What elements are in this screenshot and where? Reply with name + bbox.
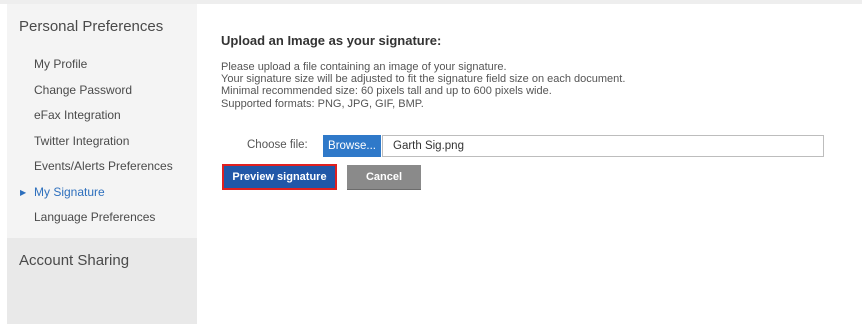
browse-button[interactable]: Browse... [323, 135, 381, 157]
file-name-field[interactable]: Garth Sig.png [382, 135, 824, 157]
instruction-line: Minimal recommended size: 60 pixels tall… [221, 85, 552, 98]
account-sharing-title: Account Sharing [19, 252, 130, 269]
instruction-line: Supported formats: PNG, JPG, GIF, BMP. [221, 97, 424, 110]
sidebar-item-my-profile[interactable]: My Profile [7, 52, 197, 78]
sidebar-item-change-password[interactable]: Change Password [7, 78, 197, 104]
sidebar-item-label: eFax Integration [34, 108, 121, 122]
sidebar-item-efax-integration[interactable]: eFax Integration [7, 103, 197, 129]
choose-file-label: Choose file: [247, 139, 308, 151]
sidebar-item-language-preferences[interactable]: Language Preferences [7, 205, 197, 231]
preview-signature-button[interactable]: Preview signature [222, 164, 337, 190]
caret-right-icon: ▶ [20, 187, 27, 197]
sidebar: Personal Preferences My Profile Change P… [7, 4, 197, 324]
sidebar-item-events-alerts-preferences[interactable]: Events/Alerts Preferences [7, 154, 197, 180]
sidebar-item-my-signature[interactable]: ▶ My Signature [7, 180, 197, 206]
instruction-line: Your signature size will be adjusted to … [221, 73, 626, 86]
sidebar-item-label: My Signature [34, 184, 105, 199]
instruction-line: Please upload a file containing an image… [221, 61, 507, 73]
sidebar-item-label: Language Preferences [34, 210, 156, 224]
sidebar-menu: My Profile Change Password eFax Integrat… [7, 40, 197, 231]
sidebar-item-label: Twitter Integration [34, 133, 130, 148]
sidebar-item-label: My Profile [34, 57, 88, 71]
cancel-button[interactable]: Cancel [347, 165, 421, 190]
page-title: Upload an Image as your signature: [221, 33, 442, 48]
signature-upload-panel: Upload an Image as your signature: Pleas… [221, 0, 841, 324]
sidebar-item-label: Events/Alerts Preferences [34, 159, 173, 173]
sidebar-item-twitter-integration[interactable]: Twitter Integration [7, 129, 197, 155]
account-sharing-section[interactable]: Account Sharing [7, 238, 197, 324]
sidebar-item-label: Change Password [34, 82, 133, 97]
personal-preferences-title: Personal Preferences [19, 18, 164, 35]
instructions: Please upload a file containing an image… [221, 61, 625, 110]
